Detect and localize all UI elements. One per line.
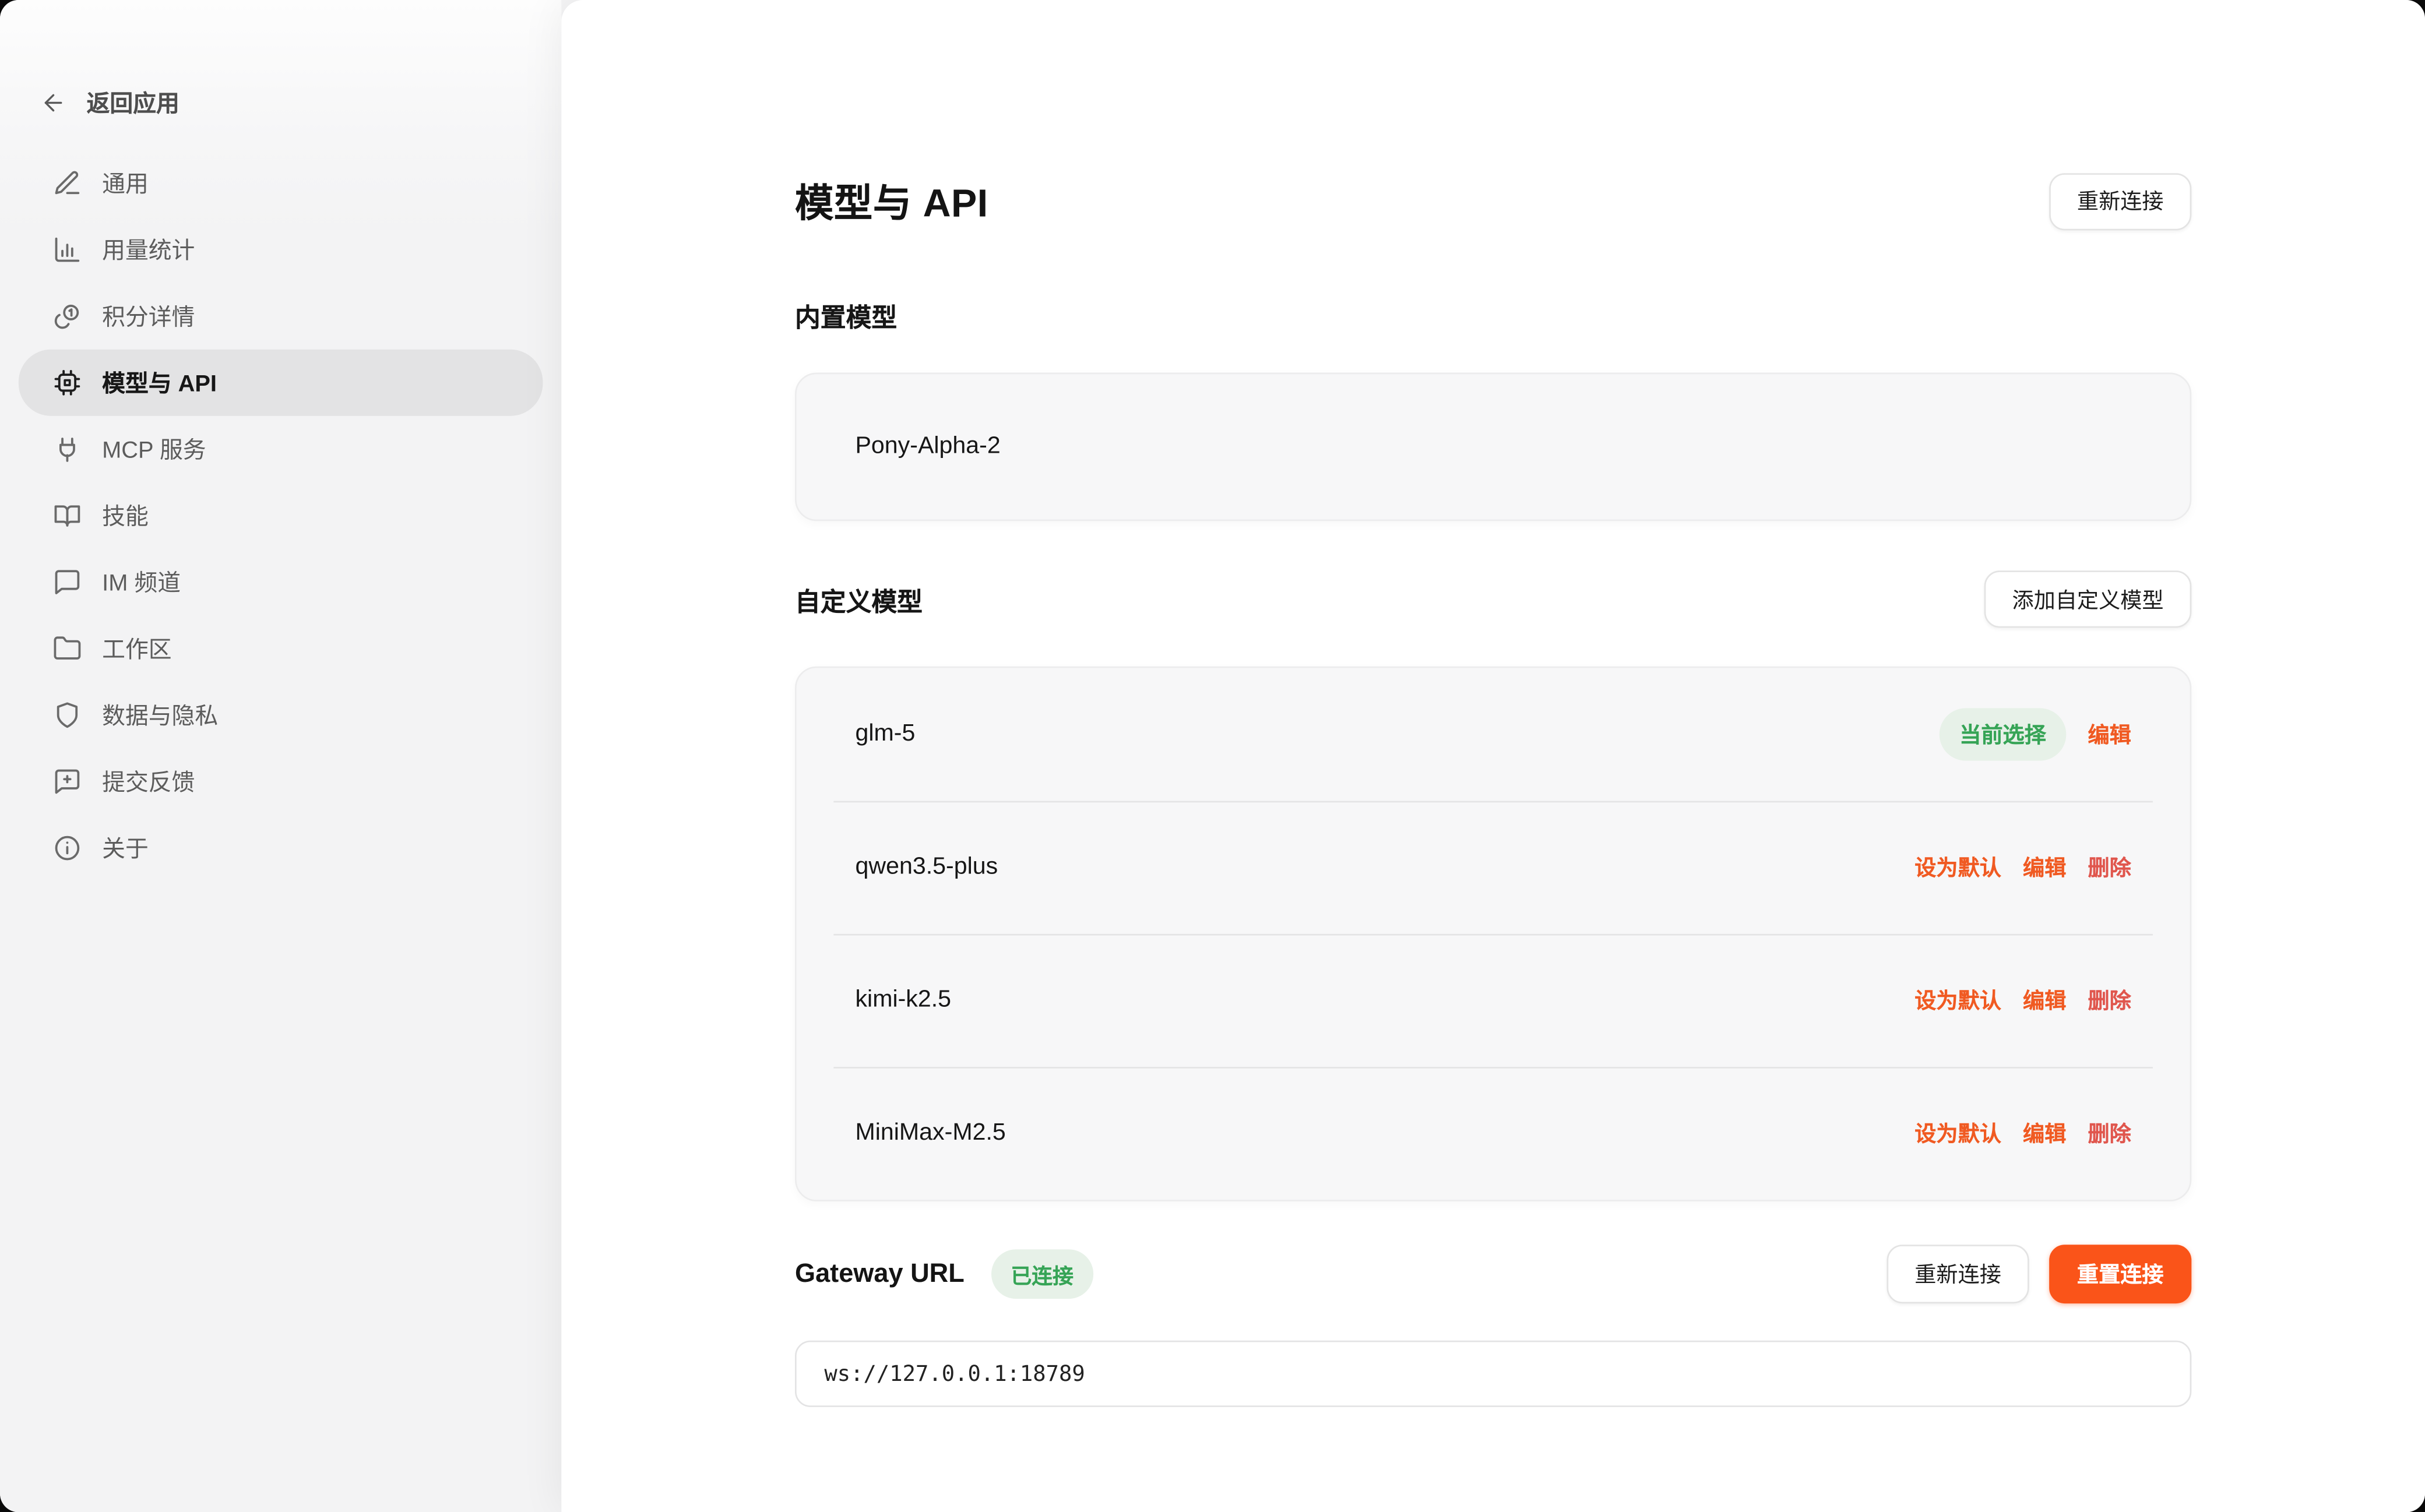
- info-icon: [52, 833, 82, 862]
- sidebar: 返回应用 通用用量统计积分详情模型与 API MCP 服务技能 IM 频道工作区数据…: [0, 0, 561, 1512]
- edit-link[interactable]: 编辑: [2023, 852, 2066, 883]
- model-row-actions: 设为默认编辑删除: [1914, 1118, 2131, 1149]
- delete-link[interactable]: 删除: [2088, 852, 2131, 883]
- back-to-app-link[interactable]: 返回应用: [40, 87, 180, 119]
- gateway-url-label: Gateway URL: [795, 1259, 965, 1289]
- custom-model-name: kimi-k2.5: [855, 986, 951, 1014]
- gateway-url-input[interactable]: [795, 1341, 2191, 1407]
- sidebar-item-label: 提交反馈: [102, 766, 195, 798]
- model-row-actions: 设为默认编辑删除: [1914, 985, 2131, 1016]
- arrow-left-icon: [40, 90, 66, 116]
- sidebar-item-label: IM 频道: [102, 566, 181, 598]
- edit-link[interactable]: 编辑: [2023, 985, 2066, 1016]
- model-row: qwen3.5-plus 设为默认编辑删除: [797, 801, 2190, 934]
- book-open-icon: [52, 501, 82, 530]
- sidebar-item-label: 用量统计: [102, 234, 195, 266]
- custom-model-name: glm-5: [855, 721, 915, 749]
- sidebar-item-label: 工作区: [102, 632, 171, 665]
- coins-icon: [52, 301, 82, 330]
- model-row: kimi-k2.5 设为默认编辑删除: [797, 934, 2190, 1067]
- custom-model-list: glm-5当前选择编辑qwen3.5-plus设为默认编辑删除kimi-k2.5…: [795, 667, 2191, 1201]
- edit-link[interactable]: 编辑: [2023, 1118, 2066, 1149]
- set-default-link[interactable]: 设为默认: [1914, 985, 2001, 1016]
- feedback-plus-icon: [52, 767, 82, 796]
- cpu-icon: [52, 368, 82, 397]
- gateway-reconnect-button[interactable]: 重新连接: [1887, 1245, 2029, 1303]
- sidebar-item-1[interactable]: 用量统计: [19, 217, 543, 283]
- sidebar-item-label: 关于: [102, 832, 149, 865]
- sidebar-item-0[interactable]: 通用: [19, 150, 543, 216]
- reconnect-button[interactable]: 重新连接: [2049, 172, 2191, 230]
- sidebar-item-6[interactable]: IM 频道: [19, 549, 543, 615]
- page-title: 模型与 API: [795, 173, 988, 229]
- builtin-model-card: Pony-Alpha-2: [795, 373, 2191, 521]
- set-default-link[interactable]: 设为默认: [1914, 1118, 2001, 1149]
- sidebar-item-label: 技能: [102, 499, 149, 532]
- folder-icon: [52, 634, 82, 663]
- sidebar-item-4[interactable]: MCP 服务: [19, 416, 543, 482]
- sidebar-item-9[interactable]: 提交反馈: [19, 748, 543, 815]
- delete-link[interactable]: 删除: [2088, 985, 2131, 1016]
- custom-models-heading: 自定义模型: [795, 580, 923, 618]
- sidebar-item-10[interactable]: 关于: [19, 815, 543, 882]
- model-row: MiniMax-M2.5 设为默认编辑删除: [797, 1067, 2190, 1200]
- delete-link[interactable]: 删除: [2088, 1118, 2131, 1149]
- model-row-actions: 当前选择编辑: [1940, 708, 2131, 760]
- sidebar-item-5[interactable]: 技能: [19, 482, 543, 549]
- settings-window: 返回应用 通用用量统计积分详情模型与 APIMCP 服务技能IM 频道工作区数据…: [0, 0, 2425, 1512]
- sidebar-menu: 通用用量统计积分详情模型与 API MCP 服务技能 IM 频道工作区数据与隐私提交…: [19, 150, 543, 881]
- set-default-link[interactable]: 设为默认: [1914, 852, 2001, 883]
- sidebar-item-label: 模型与 API: [102, 366, 217, 399]
- model-row: glm-5 当前选择编辑: [797, 668, 2190, 801]
- sidebar-item-label: MCP 服务: [102, 433, 206, 466]
- main-panel: 模型与 API 重新连接 内置模型 Pony-Alpha-2 自定义模型 添加自…: [561, 0, 2425, 1512]
- custom-model-name: qwen3.5-plus: [855, 854, 998, 882]
- edit-link[interactable]: 编辑: [2088, 719, 2131, 750]
- plug-icon: [52, 435, 82, 464]
- builtin-model-name: Pony-Alpha-2: [855, 433, 1000, 461]
- pencil-icon: [52, 168, 82, 198]
- builtin-models-heading: 内置模型: [795, 297, 2191, 334]
- current-selection-badge: 当前选择: [1940, 708, 2067, 760]
- connected-status-badge: 已连接: [991, 1249, 1093, 1299]
- back-to-app-label: 返回应用: [87, 87, 180, 119]
- sidebar-item-2[interactable]: 积分详情: [19, 283, 543, 350]
- sidebar-item-label: 数据与隐私: [102, 699, 218, 731]
- sidebar-item-8[interactable]: 数据与隐私: [19, 682, 543, 748]
- sidebar-item-label: 通用: [102, 167, 149, 200]
- add-custom-model-button[interactable]: 添加自定义模型: [1984, 570, 2192, 628]
- sidebar-item-7[interactable]: 工作区: [19, 615, 543, 682]
- shield-icon: [52, 700, 82, 729]
- custom-model-name: MiniMax-M2.5: [855, 1119, 1005, 1147]
- sidebar-item-3[interactable]: 模型与 API: [19, 350, 543, 416]
- model-row-actions: 设为默认编辑删除: [1914, 852, 2131, 883]
- gateway-reset-button[interactable]: 重置连接: [2049, 1245, 2191, 1303]
- sidebar-item-label: 积分详情: [102, 300, 195, 333]
- message-square-icon: [52, 568, 82, 597]
- bar-chart-icon: [52, 235, 82, 264]
